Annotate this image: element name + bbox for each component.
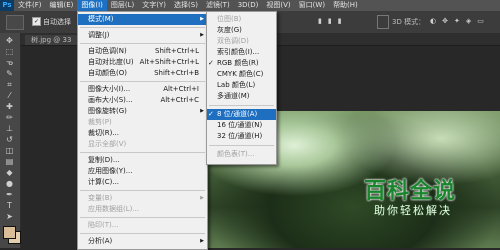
mode-item-color-table[interactable]: 颜色表(T)...	[207, 149, 276, 160]
mode-submenu: 位图(B) 灰度(G) 双色调(D) 索引颜色(I)... ✓ RGB 颜色(R…	[206, 11, 277, 165]
menu-separator	[80, 233, 205, 234]
menu-filter[interactable]: 滤镜(T)	[202, 0, 234, 11]
image-menu-item-variables[interactable]: 变量(B) ▶	[78, 193, 207, 204]
mode-item-multichannel[interactable]: 多通道(M)	[207, 91, 276, 102]
eraser-icon[interactable]: ◫	[3, 146, 16, 155]
chevron-right-icon: ▶	[200, 108, 204, 114]
menu-separator	[209, 105, 274, 106]
mode-item-grayscale[interactable]: 灰度(G)	[207, 25, 276, 36]
toolbox: ✥ ⬚ ᓀ ✎ ⌗ ⁄ ✚ ✏ ⊥ ↺ ◫ ▤ ◆ ● ✒ T ➤	[0, 33, 21, 248]
chevron-right-icon: ▶	[200, 238, 204, 244]
image-menu-item-mode[interactable]: 模式(M) ▶	[78, 14, 207, 25]
image-menu-item-calculations[interactable]: 计算(C)...	[78, 177, 207, 188]
mode-item-lab-color[interactable]: Lab 颜色(L)	[207, 80, 276, 91]
image-menu-dropdown: 模式(M) ▶ 调整(J) ▶ 自动色调(N) Shift+Ctrl+L 自动对比度(…	[77, 11, 208, 250]
mode-3d-label: 3D 模式：	[392, 18, 426, 26]
mode-item-8-bit[interactable]: ✓ 8 位/通道(A)	[207, 109, 276, 120]
menu-edit[interactable]: 编辑(E)	[46, 0, 78, 11]
lasso-icon[interactable]: ᓀ	[3, 58, 16, 67]
image-menu-item-apply-image[interactable]: 应用图像(Y)...	[78, 166, 207, 177]
quick-select-icon[interactable]: ✎	[3, 69, 16, 78]
mode-item-indexed-color[interactable]: 索引颜色(I)...	[207, 47, 276, 58]
menu-bar: Ps 文件(F) 编辑(E) 图像(I) 图层(L) 文字(Y) 选择(S) 滤…	[0, 0, 500, 11]
menu-3d[interactable]: 3D(D)	[234, 0, 263, 11]
mode-item-16-bit[interactable]: 16 位/通道(N)	[207, 120, 276, 131]
checkmark-icon: ✓	[208, 110, 214, 118]
image-menu-item-auto-color[interactable]: 自动颜色(O) Shift+Ctrl+B	[78, 68, 207, 79]
mode-item-bitmap[interactable]: 位图(B)	[207, 14, 276, 25]
image-menu-item-auto-tone[interactable]: 自动色调(N) Shift+Ctrl+L	[78, 46, 207, 57]
mode-item-duotone[interactable]: 双色调(D)	[207, 36, 276, 47]
crop-icon[interactable]: ⌗	[3, 80, 16, 89]
menu-help[interactable]: 帮助(H)	[329, 0, 362, 11]
eyedropper-icon[interactable]: ⁄	[3, 91, 16, 100]
foreground-color-swatch[interactable]	[3, 226, 16, 239]
brush-icon[interactable]: ✏	[3, 113, 16, 122]
menu-separator	[209, 145, 274, 146]
image-menu-item-analysis[interactable]: 分析(A) ▶	[78, 236, 207, 247]
chevron-right-icon: ▶	[200, 16, 204, 22]
gradient-icon[interactable]: ▤	[3, 157, 16, 166]
image-menu-item-adjustments[interactable]: 调整(J) ▶	[78, 30, 207, 41]
marquee-icon[interactable]: ⬚	[3, 47, 16, 56]
image-menu-item-apply-data-set[interactable]: 应用数据组(L)...	[78, 204, 207, 215]
document-tab[interactable]: 树.jpg @ 33	[25, 35, 78, 45]
image-menu-item-canvas-size[interactable]: 画布大小(S)... Alt+Ctrl+C	[78, 95, 207, 106]
healing-icon[interactable]: ✚	[3, 102, 16, 111]
menu-image[interactable]: 图像(I)	[77, 0, 107, 11]
menu-separator	[80, 27, 205, 28]
move-icon[interactable]: ✥	[3, 36, 16, 45]
blur-icon[interactable]: ◆	[3, 168, 16, 177]
chevron-right-icon: ▶	[200, 195, 204, 201]
3d-tool-icons[interactable]: ◐✥✦◈▭	[430, 17, 490, 25]
dodge-icon[interactable]: ●	[3, 179, 16, 188]
mode-item-rgb-color[interactable]: ✓ RGB 颜色(R)	[207, 58, 276, 69]
image-menu-item-crop[interactable]: 裁剪(P)	[78, 117, 207, 128]
image-menu-item-image-rotation[interactable]: 图像旋转(G) ▶	[78, 106, 207, 117]
move-tool-preset-icon[interactable]	[6, 15, 24, 30]
menu-separator	[80, 152, 205, 153]
checkmark-icon: ✓	[208, 59, 214, 67]
history-brush-icon[interactable]: ↺	[3, 135, 16, 144]
type-icon[interactable]: T	[3, 201, 16, 210]
chevron-right-icon: ▶	[200, 32, 204, 38]
auto-select-checkbox[interactable]: ✓	[32, 17, 41, 26]
menu-file[interactable]: 文件(F)	[14, 0, 46, 11]
watermark-title: 百科全说	[364, 179, 457, 204]
image-menu-item-auto-contrast[interactable]: 自动对比度(U) Alt+Shift+Ctrl+L	[78, 57, 207, 68]
menu-separator	[80, 81, 205, 82]
auto-select-label: 自动选择	[43, 18, 71, 26]
menu-window[interactable]: 窗口(W)	[295, 0, 329, 11]
menu-select[interactable]: 选择(S)	[170, 0, 202, 11]
menu-separator	[80, 217, 205, 218]
image-menu-item-reveal-all[interactable]: 显示全部(V)	[78, 139, 207, 150]
mode-item-cmyk-color[interactable]: CMYK 颜色(C)	[207, 69, 276, 80]
photoshop-logo: Ps	[0, 0, 14, 11]
mode-item-32-bit[interactable]: 32 位/通道(H)	[207, 131, 276, 142]
align-icons[interactable]: ▮▮▮	[318, 17, 348, 25]
auto-align-icon[interactable]	[377, 15, 389, 29]
menu-layer[interactable]: 图层(L)	[107, 0, 138, 11]
image-menu-item-trim[interactable]: 裁切(R)...	[78, 128, 207, 139]
menu-separator	[80, 190, 205, 191]
menu-type[interactable]: 文字(Y)	[138, 0, 170, 11]
menu-separator	[80, 43, 205, 44]
menu-view[interactable]: 视图(V)	[262, 0, 294, 11]
watermark: 百科全说 助你轻松解决	[352, 170, 492, 222]
image-menu-item-trap[interactable]: 陷印(T)...	[78, 220, 207, 231]
stamp-icon[interactable]: ⊥	[3, 124, 16, 133]
pen-icon[interactable]: ✒	[3, 190, 16, 199]
image-menu-item-image-size[interactable]: 图像大小(I)... Alt+Ctrl+I	[78, 84, 207, 95]
watermark-subtitle: 助你轻松解决	[374, 204, 452, 217]
path-select-icon[interactable]: ➤	[3, 212, 16, 221]
image-menu-item-duplicate[interactable]: 复制(D)...	[78, 155, 207, 166]
